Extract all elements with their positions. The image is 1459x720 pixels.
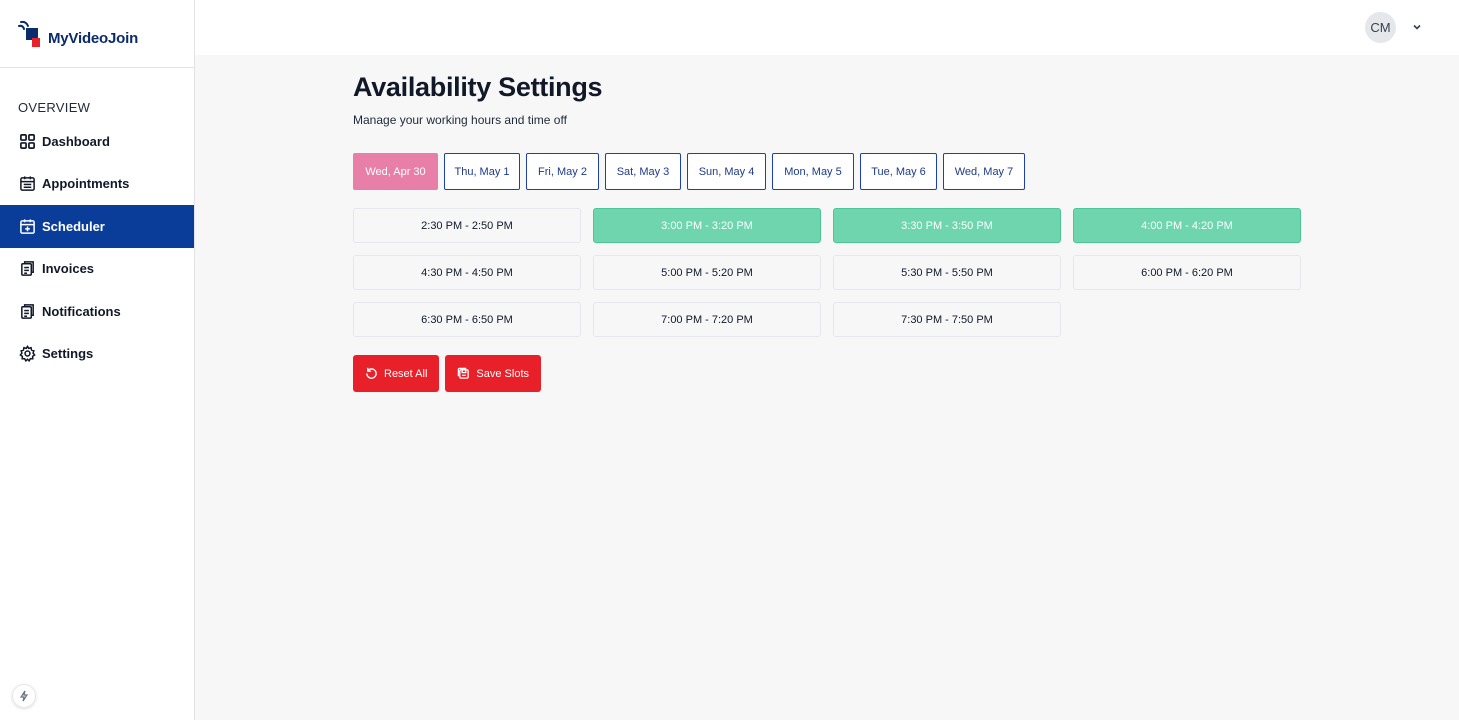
time-slot[interactable]: 5:00 PM - 5:20 PM (593, 255, 821, 290)
invoice-icon (18, 260, 36, 278)
time-slot[interactable]: 6:30 PM - 6:50 PM (353, 302, 581, 337)
sidebar-item-label: Appointments (42, 176, 130, 192)
time-slot[interactable]: 3:00 PM - 3:20 PM (593, 208, 821, 243)
save-slots-label: Save Slots (476, 367, 530, 380)
sidebar-item-label: Scheduler (42, 218, 105, 234)
time-slot[interactable]: 7:30 PM - 7:50 PM (833, 302, 1061, 337)
sidebar-item-label: Dashboard (42, 133, 110, 149)
section-label-overview: OVERVIEW (18, 100, 91, 115)
save-slots-button[interactable]: Save Slots (445, 355, 542, 392)
time-slot[interactable]: 6:00 PM - 6:20 PM (1073, 255, 1301, 290)
avatar[interactable]: CM (1365, 12, 1396, 43)
day-tab[interactable]: Wed, May 7 (943, 153, 1025, 190)
day-tabs: Wed, Apr 30 Thu, May 1 Fri, May 2 Sat, M… (353, 153, 1301, 190)
sidebar-nav: Dashboard Appointments Scheduler Invoice… (0, 120, 194, 375)
day-tab[interactable]: Sun, May 4 (687, 153, 766, 190)
gear-icon (18, 345, 36, 363)
calendar-icon (18, 175, 36, 193)
page-subtitle: Manage your working hours and time off (353, 113, 567, 127)
sidebar-item-scheduler[interactable]: Scheduler (0, 205, 194, 248)
reset-all-button[interactable]: Reset All (353, 355, 440, 392)
day-tab[interactable]: Fri, May 2 (526, 153, 599, 190)
time-slot[interactable]: 5:30 PM - 5:50 PM (833, 255, 1061, 290)
sidebar: MyVideoJoin OVERVIEW Dashboard Appointme… (0, 0, 195, 720)
main-content: Availability Settings Manage your workin… (353, 72, 1301, 392)
time-slot-grid: 2:30 PM - 2:50 PM 3:00 PM - 3:20 PM 3:30… (353, 208, 1301, 337)
sidebar-item-notifications[interactable]: Notifications (0, 290, 194, 333)
logo-icon (18, 20, 40, 47)
action-bar: Reset All Save Slots (353, 355, 1301, 392)
calendar-plus-icon (18, 217, 36, 235)
bolt-icon[interactable] (12, 684, 36, 708)
top-bar: CM (195, 0, 1459, 55)
day-tab[interactable]: Mon, May 5 (772, 153, 854, 190)
time-slot[interactable]: 3:30 PM - 3:50 PM (833, 208, 1061, 243)
brand-logo[interactable]: MyVideoJoin (0, 0, 194, 68)
day-tab[interactable]: Thu, May 1 (444, 153, 520, 190)
reset-icon (366, 367, 377, 379)
time-slot[interactable]: 7:00 PM - 7:20 PM (593, 302, 821, 337)
time-slot[interactable]: 2:30 PM - 2:50 PM (353, 208, 581, 243)
day-tab[interactable]: Tue, May 6 (860, 153, 937, 190)
time-slot[interactable]: 4:30 PM - 4:50 PM (353, 255, 581, 290)
save-icon (458, 367, 470, 379)
chevron-down-icon[interactable] (1411, 21, 1423, 33)
sidebar-item-settings[interactable]: Settings (0, 333, 194, 376)
sidebar-item-appointments[interactable]: Appointments (0, 163, 194, 206)
sidebar-item-dashboard[interactable]: Dashboard (0, 120, 194, 163)
sidebar-item-invoices[interactable]: Invoices (0, 248, 194, 291)
brand-name: MyVideoJoin (48, 30, 139, 47)
day-tab[interactable]: Sat, May 3 (605, 153, 681, 190)
time-slot[interactable]: 4:00 PM - 4:20 PM (1073, 208, 1301, 243)
grid-icon (18, 132, 36, 150)
day-tab[interactable]: Wed, Apr 30 (353, 153, 438, 190)
page-title: Availability Settings (353, 72, 603, 102)
notification-icon (18, 302, 36, 320)
sidebar-item-label: Settings (42, 346, 94, 362)
sidebar-item-label: Invoices (42, 261, 95, 277)
sidebar-item-label: Notifications (42, 303, 121, 319)
reset-all-label: Reset All (384, 367, 428, 380)
